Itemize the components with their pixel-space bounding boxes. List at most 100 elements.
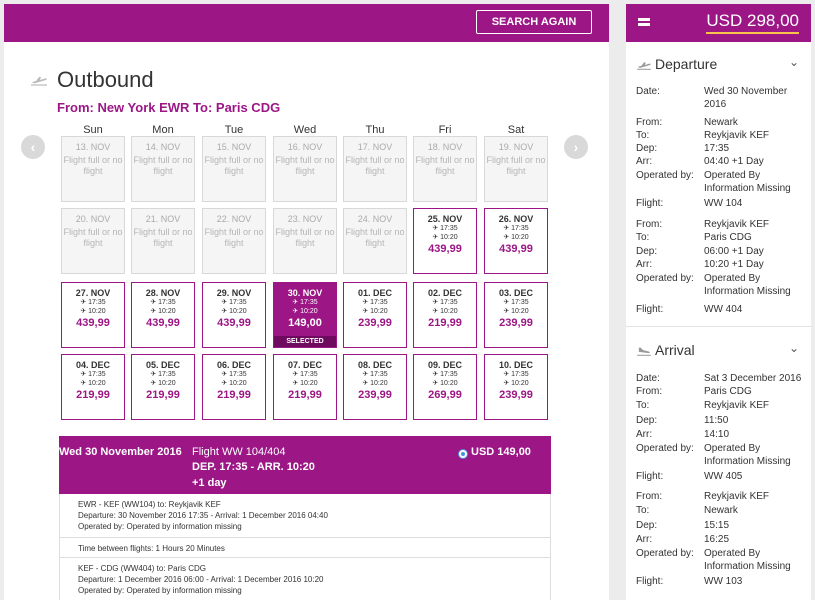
plane-takeoff-icon: ✈ xyxy=(503,225,510,232)
calendar-day-cell: 17. NOV Flight full or no flight xyxy=(343,136,407,202)
calendar-day-cell[interactable]: 01. DEC ✈ 17:35 ✈ 10:20 239,99 xyxy=(343,282,407,348)
leg-2-title: KEF - CDG (WW404) to: Paris CDG xyxy=(78,564,207,573)
dep-time: 17:35 xyxy=(300,299,318,306)
detail-label: To: xyxy=(636,505,650,516)
calendar-day-cell[interactable]: 08. DEC ✈ 17:35 ✈ 10:20 239,99 xyxy=(343,354,407,420)
calendar-day-cell[interactable]: 10. DEC ✈ 17:35 ✈ 10:20 239,99 xyxy=(484,354,548,420)
plane-landing-icon: ✈ xyxy=(432,380,439,387)
main-panel: SEARCH AGAIN Outbound From: New York EWR… xyxy=(4,4,609,600)
detail-value: 17:35 xyxy=(704,143,730,154)
calendar-day-cell[interactable]: 09. DEC ✈ 17:35 ✈ 10:20 269,99 xyxy=(413,354,477,420)
next-week-arrow-icon[interactable]: › xyxy=(564,135,588,159)
dep-time: 17:35 xyxy=(440,299,458,306)
total-price: USD 298,00 xyxy=(706,10,799,34)
day-date: 14. NOV xyxy=(145,142,181,152)
dep-time: 17:35 xyxy=(158,299,176,306)
calendar-day-cell[interactable]: 07. DEC ✈ 17:35 ✈ 10:20 219,99 xyxy=(273,354,337,420)
arr-time: 10:20 xyxy=(440,234,458,241)
dep-time: 17:35 xyxy=(511,299,529,306)
calendar-day-cell[interactable]: 06. DEC ✈ 17:35 ✈ 10:20 219,99 xyxy=(202,354,266,420)
detail-value: Operated By Information Missing xyxy=(704,443,791,467)
detail-label: From: xyxy=(636,491,663,502)
arrival-time: ✈ 10:20 xyxy=(62,379,124,388)
plane-takeoff-icon: ✈ xyxy=(432,299,439,306)
day-price: 239,99 xyxy=(499,389,533,401)
booking-sidebar: USD 298,00 Departure ⌄ Date: Wed 30 Novem… xyxy=(626,4,811,600)
day-date: 18. NOV xyxy=(427,142,463,152)
calendar-day-cell: 20. NOV Flight full or no flight xyxy=(61,208,125,274)
dep-time: 17:35 xyxy=(440,225,458,232)
departure-section-header[interactable]: Departure ⌄ xyxy=(626,48,811,82)
weekday-header: Fri xyxy=(438,124,452,136)
detail-value: 10:20 +1 Day xyxy=(704,259,764,270)
day-date: 21. NOV xyxy=(145,214,181,224)
leg-1-details: EWR - KEF (WW104) to: Reykjavik KEF Depa… xyxy=(59,494,551,538)
summary-price: USD 149,00 xyxy=(471,446,531,458)
arrival-time: ✈ 10:20 xyxy=(485,307,547,316)
departure-time: ✈ 17:35 xyxy=(62,298,124,307)
day-date: 27. NOV xyxy=(75,288,111,298)
calendar-day-cell[interactable]: 29. NOV ✈ 17:35 ✈ 10:20 439,99 xyxy=(202,282,266,348)
day-price: 219,99 xyxy=(217,389,251,401)
calendar-day-cell[interactable]: 05. DEC ✈ 17:35 ✈ 10:20 219,99 xyxy=(131,354,195,420)
departure-time: ✈ 17:35 xyxy=(485,370,547,379)
summary-date: Wed 30 November 2016 xyxy=(59,446,182,458)
plane-landing-icon: ✈ xyxy=(221,380,228,387)
search-again-button[interactable]: SEARCH AGAIN xyxy=(476,10,592,34)
calendar-day-cell[interactable]: 25. NOV ✈ 17:35 ✈ 10:20 439,99 xyxy=(413,208,477,274)
calendar-day-cell[interactable]: 27. NOV ✈ 17:35 ✈ 10:20 439,99 xyxy=(61,282,125,348)
detail-label: Operated by: xyxy=(636,548,694,559)
dep-time: 17:35 xyxy=(229,299,247,306)
day-date: 25. NOV xyxy=(427,214,463,224)
day-date: 24. NOV xyxy=(357,214,393,224)
calendar-day-cell[interactable]: 26. NOV ✈ 17:35 ✈ 10:20 439,99 xyxy=(484,208,548,274)
day-price: 269,99 xyxy=(428,389,462,401)
arrival-time: ✈ 10:20 xyxy=(274,307,336,316)
arrival-time: ✈ 10:20 xyxy=(132,379,194,388)
day-date: 23. NOV xyxy=(287,214,323,224)
detail-value: 15:15 xyxy=(704,520,730,531)
day-date: 29. NOV xyxy=(216,288,252,298)
day-date: 16. NOV xyxy=(287,142,323,152)
no-flight-text: Flight full or no flight xyxy=(345,227,405,248)
detail-label: Date: xyxy=(636,373,660,384)
summary-radio-selected[interactable] xyxy=(458,449,468,459)
departure-time: ✈ 17:35 xyxy=(132,370,194,379)
menu-icon[interactable] xyxy=(638,18,650,28)
detail-label: To: xyxy=(636,130,650,141)
arrival-section-header[interactable]: Arrival ⌄ xyxy=(626,334,811,368)
plane-takeoff-icon xyxy=(637,62,651,70)
section-divider xyxy=(626,326,811,327)
leg-2-times: Departure: 1 December 2016 06:00 - Arriv… xyxy=(78,575,324,584)
calendar-day-cell[interactable]: 28. NOV ✈ 17:35 ✈ 10:20 439,99 xyxy=(131,282,195,348)
summary-dep-arr: DEP. 17:35 - ARR. 10:20 xyxy=(192,461,315,473)
arrival-time: ✈ 10:20 xyxy=(132,307,194,316)
prev-week-arrow-icon[interactable]: ‹ xyxy=(21,135,45,159)
arr-time: 10:20 xyxy=(511,308,529,315)
detail-label: Operated by: xyxy=(636,170,694,181)
plane-takeoff-icon: ✈ xyxy=(150,371,157,378)
leg-2-operated: Operated by: Operated by information mis… xyxy=(78,586,242,595)
arr-time: 10:20 xyxy=(158,308,176,315)
day-price: 219,99 xyxy=(76,389,110,401)
plane-landing-icon: ✈ xyxy=(221,308,228,315)
plane-takeoff-icon: ✈ xyxy=(221,299,228,306)
plane-landing-icon: ✈ xyxy=(362,380,369,387)
dep-time: 17:35 xyxy=(370,371,388,378)
day-price: 219,99 xyxy=(288,389,322,401)
departure-time: ✈ 17:35 xyxy=(62,370,124,379)
calendar-day-cell[interactable]: 30. NOV ✈ 17:35 ✈ 10:20 149,00 SELECTED xyxy=(273,282,337,348)
day-price: 439,99 xyxy=(428,243,462,255)
calendar-day-cell: 23. NOV Flight full or no flight xyxy=(273,208,337,274)
chevron-down-icon[interactable]: ⌄ xyxy=(789,55,799,69)
calendar-day-cell[interactable]: 02. DEC ✈ 17:35 ✈ 10:20 219,99 xyxy=(413,282,477,348)
detail-label: Operated by: xyxy=(636,443,694,454)
calendar-day-cell[interactable]: 03. DEC ✈ 17:35 ✈ 10:20 239,99 xyxy=(484,282,548,348)
selected-flight-summary: Wed 30 November 2016 Flight WW 104/404 D… xyxy=(59,436,551,494)
day-price: 439,99 xyxy=(76,317,110,329)
calendar-day-cell[interactable]: 04. DEC ✈ 17:35 ✈ 10:20 219,99 xyxy=(61,354,125,420)
chevron-down-icon[interactable]: ⌄ xyxy=(789,341,799,355)
detail-value: Wed 30 November 2016 xyxy=(704,86,788,110)
detail-label: Dep: xyxy=(636,415,658,426)
plane-landing-icon: ✈ xyxy=(362,308,369,315)
